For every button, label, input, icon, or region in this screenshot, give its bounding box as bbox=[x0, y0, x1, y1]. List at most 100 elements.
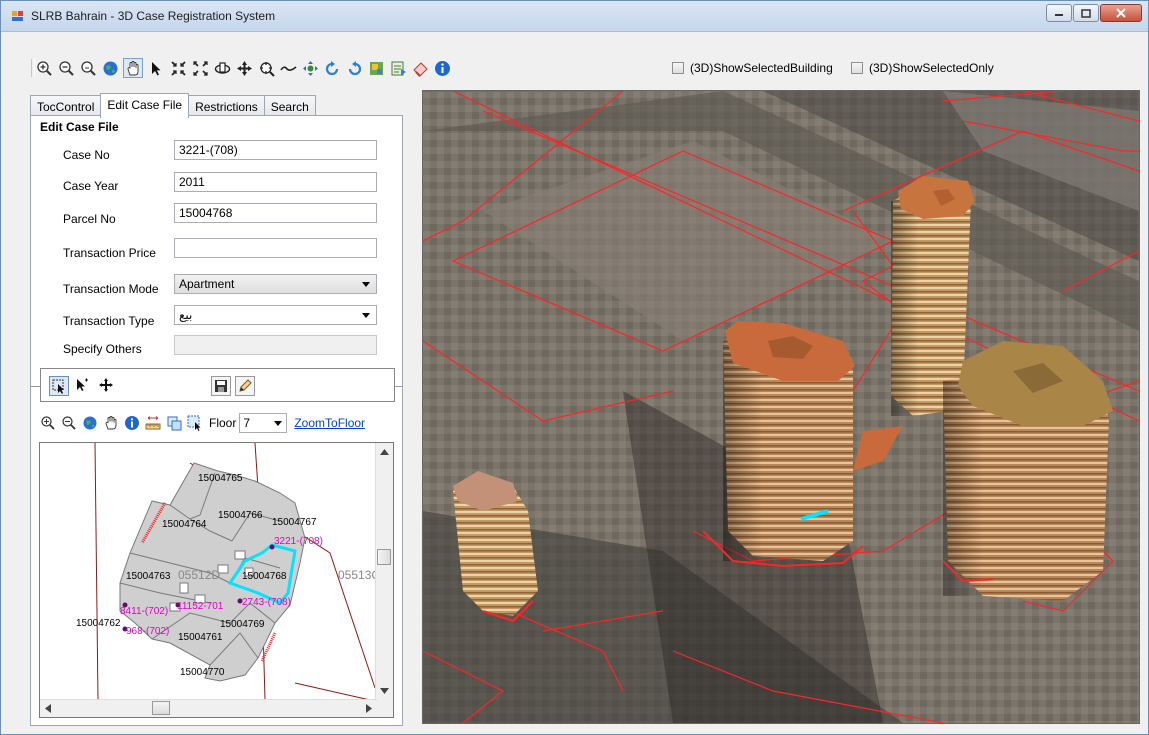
identify-icon[interactable] bbox=[165, 414, 183, 432]
case-label: 8411-(702) bbox=[120, 606, 168, 617]
case-label: 968-(702) bbox=[126, 626, 169, 637]
info-icon[interactable] bbox=[123, 414, 141, 432]
case-no-input[interactable]: 3221-(708) bbox=[174, 140, 377, 160]
map-vertical-scrollbar[interactable] bbox=[375, 443, 393, 700]
horizontal-scroll-thumb[interactable] bbox=[152, 701, 170, 715]
minimize-icon bbox=[1055, 14, 1063, 16]
specify-others-input[interactable] bbox=[174, 335, 377, 355]
scroll-up-icon[interactable] bbox=[380, 449, 389, 455]
map-horizontal-scrollbar[interactable] bbox=[40, 699, 377, 717]
block-label: 05513C bbox=[338, 568, 377, 582]
vertical-scroll-thumb[interactable] bbox=[377, 549, 391, 565]
case-label: 2743-(708) bbox=[242, 597, 291, 608]
case-year-label: Case Year bbox=[63, 179, 119, 193]
case-label: 3221-(708) bbox=[274, 536, 323, 547]
parcel-label: 15004769 bbox=[220, 619, 265, 630]
parcel-label: 15004764 bbox=[162, 519, 207, 530]
show-selected-building-option[interactable]: (3D)ShowSelectedBuilding bbox=[672, 61, 833, 75]
zoom-to-floor-link[interactable]: ZoomToFloor bbox=[294, 416, 365, 430]
maximize-button[interactable] bbox=[1073, 4, 1099, 22]
case-label: 11152-701 bbox=[177, 601, 224, 612]
edit-button[interactable] bbox=[235, 376, 255, 396]
move-icon[interactable] bbox=[97, 376, 115, 394]
parcel-label: 15004770 bbox=[180, 667, 225, 678]
save-button[interactable] bbox=[211, 376, 231, 396]
parcel-label: 15004768 bbox=[242, 571, 287, 582]
scroll-left-icon[interactable] bbox=[45, 704, 51, 713]
edit-vertex-icon[interactable] bbox=[73, 376, 91, 394]
pan-hand-icon[interactable] bbox=[102, 414, 120, 432]
parcel-no-input[interactable]: 15004768 bbox=[174, 203, 377, 223]
transaction-mode-value: Apartment bbox=[179, 277, 235, 291]
parcel-label: 15004762 bbox=[76, 618, 121, 629]
show-selected-building-label: (3D)ShowSelectedBuilding bbox=[690, 61, 833, 75]
parcel-label: 15004766 bbox=[218, 510, 263, 521]
specify-others-label: Specify Others bbox=[63, 342, 142, 356]
select-feature-icon[interactable] bbox=[49, 376, 69, 396]
window-controls bbox=[1046, 4, 1142, 22]
orbit-icon[interactable] bbox=[213, 59, 231, 77]
show-selected-building-checkbox[interactable] bbox=[672, 62, 684, 74]
app-icon bbox=[12, 11, 23, 21]
case-year-input[interactable]: 2011 bbox=[174, 172, 377, 192]
fly-icon[interactable] bbox=[301, 59, 319, 77]
zoom-out-icon[interactable] bbox=[57, 59, 75, 77]
zoom-out-icon[interactable] bbox=[60, 414, 78, 432]
transaction-price-label: Transaction Price bbox=[63, 246, 156, 260]
parcel-label: 15004767 bbox=[272, 517, 317, 528]
zoom-in-icon[interactable] bbox=[39, 414, 57, 432]
zoom-extent-out-icon[interactable] bbox=[191, 59, 209, 77]
navigate-icon[interactable] bbox=[235, 59, 253, 77]
save-icon bbox=[215, 380, 227, 392]
scroll-down-icon[interactable] bbox=[380, 688, 389, 694]
chevron-down-icon bbox=[274, 421, 283, 426]
info-icon[interactable] bbox=[433, 59, 451, 77]
zoom-to-icon[interactable] bbox=[257, 59, 275, 77]
zoom-extent-in-icon[interactable] bbox=[169, 59, 187, 77]
transaction-type-value: بيع bbox=[179, 308, 193, 322]
select-by-rectangle-icon[interactable] bbox=[186, 414, 204, 432]
floor-select[interactable]: 7 bbox=[239, 413, 288, 433]
show-selected-only-checkbox[interactable] bbox=[851, 62, 863, 74]
swipe-icon[interactable] bbox=[279, 59, 297, 77]
transaction-mode-select[interactable]: Apartment bbox=[174, 274, 377, 294]
minimize-button[interactable] bbox=[1046, 4, 1072, 22]
select-arrow-icon[interactable] bbox=[147, 59, 165, 77]
block-label: 05512D bbox=[178, 568, 220, 582]
parcel-map-2d[interactable]: 15004765 15004764 15004766 15004767 1500… bbox=[39, 442, 394, 718]
edit-tools-bar bbox=[40, 368, 395, 402]
map-toolbar: Floor 7 ZoomToFloor bbox=[39, 412, 365, 434]
floor-value: 7 bbox=[243, 416, 251, 430]
show-selected-only-option[interactable]: (3D)ShowSelectedOnly bbox=[851, 61, 994, 75]
transaction-mode-label: Transaction Mode bbox=[63, 282, 159, 296]
clear-icon[interactable] bbox=[411, 59, 429, 77]
toolbar-icons bbox=[35, 58, 451, 78]
zoom-in-icon[interactable] bbox=[35, 59, 53, 77]
tab-edit-case-file[interactable]: Edit Case File bbox=[100, 93, 190, 118]
title-bar[interactable]: SLRB Bahrain - 3D Case Registration Syst… bbox=[1, 1, 1148, 32]
close-icon bbox=[1116, 8, 1126, 18]
close-button[interactable] bbox=[1100, 4, 1142, 22]
case-no-label: Case No bbox=[63, 148, 110, 162]
transaction-price-input[interactable] bbox=[174, 238, 377, 258]
scroll-right-icon[interactable] bbox=[366, 704, 372, 713]
case-form: Case No 3221-(708) Case Year 2011 Parcel… bbox=[31, 134, 402, 387]
floor-label: Floor bbox=[209, 416, 237, 430]
layer-icon[interactable] bbox=[367, 59, 385, 77]
parcel-label: 15004761 bbox=[178, 632, 223, 643]
measure-icon[interactable] bbox=[144, 414, 162, 432]
show-selected-only-label: (3D)ShowSelectedOnly bbox=[869, 61, 994, 75]
globe-icon[interactable] bbox=[81, 414, 99, 432]
zoom-fixed-icon[interactable] bbox=[79, 59, 97, 77]
export-icon[interactable] bbox=[389, 59, 407, 77]
chevron-down-icon bbox=[362, 282, 370, 287]
rotate-right-icon[interactable] bbox=[345, 59, 363, 77]
globe-icon[interactable] bbox=[101, 59, 119, 77]
window-title: SLRB Bahrain - 3D Case Registration Syst… bbox=[31, 9, 276, 23]
rotate-left-icon[interactable] bbox=[323, 59, 341, 77]
pan-hand-icon[interactable] bbox=[123, 58, 143, 78]
main-window: SLRB Bahrain - 3D Case Registration Syst… bbox=[0, 0, 1149, 735]
parcel-no-label: Parcel No bbox=[63, 212, 116, 226]
transaction-type-select[interactable]: بيع bbox=[174, 305, 377, 325]
scene-view-3d[interactable] bbox=[422, 90, 1140, 724]
